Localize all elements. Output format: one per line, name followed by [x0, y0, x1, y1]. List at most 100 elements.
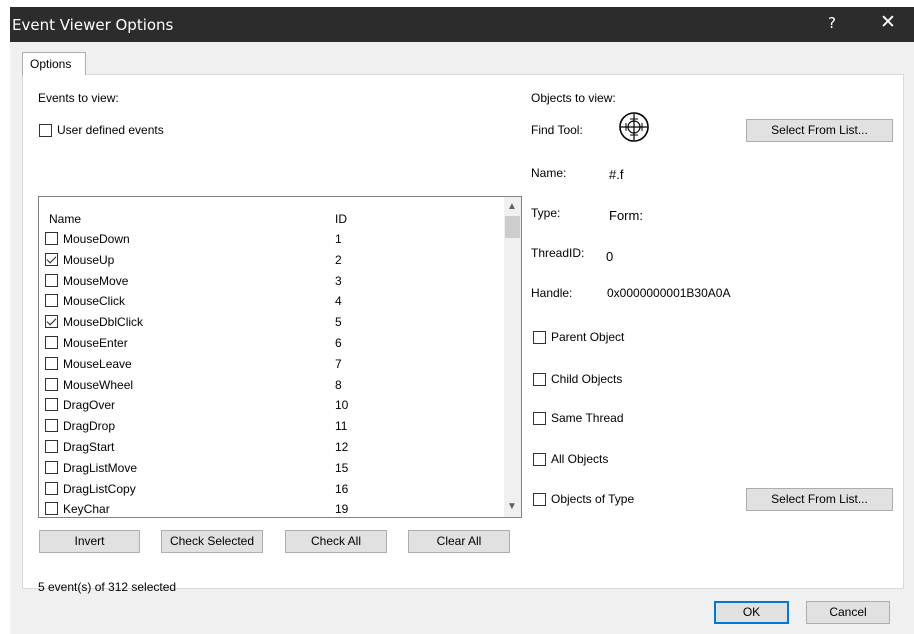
event-checkbox[interactable]	[45, 232, 58, 245]
event-row[interactable]: KeyChar 19	[39, 499, 489, 517]
scroll-down-icon[interactable]: ▼	[507, 501, 517, 512]
event-checkbox[interactable]	[45, 356, 58, 370]
event-id: 8	[335, 377, 342, 392]
event-name: MouseDblClick	[63, 315, 144, 330]
threadid-value: 0	[606, 249, 614, 264]
event-row[interactable]: MouseUp 2	[39, 250, 489, 271]
name-value: #.f	[609, 167, 624, 182]
event-row[interactable]: MouseLeave 7	[39, 354, 489, 375]
event-checkbox[interactable]	[45, 335, 58, 349]
column-header-name[interactable]: Name	[49, 212, 81, 226]
event-checkbox[interactable]	[45, 398, 58, 412]
event-row[interactable]: MouseEnter 6	[39, 333, 489, 354]
find-tool-label: Find Tool:	[531, 123, 583, 137]
objects-of-type-label: Objects of Type	[551, 492, 635, 506]
event-name: MouseClick	[63, 294, 126, 309]
event-checkbox[interactable]	[45, 315, 58, 329]
window-title: Event Viewer Options	[12, 16, 174, 34]
cancel-button[interactable]: Cancel	[806, 601, 890, 624]
event-row[interactable]: MouseMove 3	[39, 271, 489, 292]
column-header-id[interactable]: ID	[335, 212, 347, 226]
check-all-button[interactable]: Check All	[285, 530, 387, 553]
event-id: 4	[335, 294, 342, 309]
parent-object-checkbox[interactable]	[533, 331, 546, 344]
event-id: 19	[335, 502, 349, 517]
event-checkbox[interactable]	[45, 439, 58, 453]
event-name: DragStart	[63, 439, 115, 454]
event-checkbox[interactable]	[45, 273, 58, 287]
event-row[interactable]: DragOver 10	[39, 395, 489, 416]
help-button[interactable]: ?	[828, 14, 836, 32]
event-row[interactable]: DragDrop 11	[39, 416, 489, 437]
event-row[interactable]: DragStart 12	[39, 437, 489, 458]
tab-options-label: Options	[30, 57, 72, 71]
title-bar: Event Viewer Options ? ✕	[10, 7, 914, 42]
crosshair-icon[interactable]	[618, 111, 650, 143]
event-row[interactable]: MouseWheel 8	[39, 375, 489, 396]
event-checkbox[interactable]	[45, 377, 58, 391]
event-name: DragOver	[63, 398, 116, 413]
events-heading: Events to view:	[38, 91, 119, 105]
event-row[interactable]: DragListMove 15	[39, 458, 489, 479]
child-objects-checkbox[interactable]	[533, 373, 546, 386]
list-header: Name ID	[39, 197, 489, 226]
event-checkbox[interactable]	[45, 460, 58, 474]
event-name: MouseWheel	[63, 377, 134, 392]
name-label: Name:	[531, 166, 567, 180]
event-row[interactable]: MouseDown 1	[39, 229, 489, 250]
invert-button[interactable]: Invert	[39, 530, 140, 553]
dialog-body: Options Events to view: User defined eve…	[10, 42, 914, 634]
select-from-list-button[interactable]: Select From List...	[746, 119, 893, 142]
scroll-up-icon[interactable]: ▲	[507, 201, 517, 212]
event-checkbox[interactable]	[45, 481, 58, 495]
selection-status: 5 event(s) of 312 selected	[38, 580, 177, 594]
event-id: 7	[335, 356, 342, 371]
objects-of-type-checkbox[interactable]	[533, 493, 546, 506]
event-checkbox[interactable]	[45, 419, 58, 433]
user-defined-events-checkbox[interactable]	[39, 124, 52, 137]
objects-heading: Objects to view:	[531, 91, 616, 105]
child-objects-label: Child Objects	[551, 372, 623, 386]
check-selected-button[interactable]: Check Selected	[161, 530, 263, 553]
event-id: 16	[335, 481, 349, 496]
event-name: KeyChar	[63, 502, 110, 517]
handle-value: 0x0000000001B30A0A	[607, 286, 731, 300]
event-name: MouseMove	[63, 273, 129, 288]
type-value: Form:	[609, 208, 643, 223]
options-panel: Events to view: User defined events Name…	[22, 74, 904, 594]
user-defined-events-label: User defined events	[57, 123, 164, 137]
close-icon[interactable]: ✕	[880, 11, 896, 33]
event-checkbox[interactable]	[45, 294, 58, 308]
event-name: MouseLeave	[63, 356, 132, 371]
event-id: 5	[335, 315, 342, 330]
event-name: DragListCopy	[63, 481, 136, 496]
threadid-label: ThreadID:	[531, 246, 585, 260]
events-list[interactable]: Name ID MouseDown 1 MouseUp 2 MouseMove 3 Mous…	[38, 196, 522, 518]
all-objects-label: All Objects	[551, 452, 609, 466]
event-name: MouseUp	[63, 252, 115, 267]
scroll-thumb[interactable]	[505, 216, 520, 238]
event-id: 2	[335, 252, 342, 267]
event-row[interactable]: MouseDblClick 5	[39, 312, 489, 333]
event-name: MouseDown	[63, 232, 130, 246]
event-id: 15	[335, 460, 349, 475]
event-row[interactable]: DragListCopy 16	[39, 479, 489, 500]
event-id: 3	[335, 273, 342, 288]
event-rows: MouseDown 1 MouseUp 2 MouseMove 3 MouseClick 4 M…	[39, 229, 489, 517]
ok-button[interactable]: OK	[714, 601, 789, 624]
tab-options[interactable]: Options	[22, 52, 86, 75]
event-checkbox[interactable]	[45, 252, 58, 266]
event-checkbox[interactable]	[45, 502, 58, 516]
event-row[interactable]: MouseClick 4	[39, 291, 489, 312]
same-thread-label: Same Thread	[551, 411, 624, 425]
event-name: MouseEnter	[63, 335, 128, 350]
select-from-list-type-button[interactable]: Select From List...	[746, 488, 893, 511]
vertical-scrollbar[interactable]: ▲ ▼	[504, 197, 521, 517]
same-thread-checkbox[interactable]	[533, 412, 546, 425]
clear-all-button[interactable]: Clear All	[408, 530, 510, 553]
event-name: DragDrop	[63, 419, 116, 434]
event-id: 10	[335, 398, 349, 413]
handle-label: Handle:	[531, 286, 573, 300]
event-id: 1	[335, 232, 342, 246]
all-objects-checkbox[interactable]	[533, 453, 546, 466]
